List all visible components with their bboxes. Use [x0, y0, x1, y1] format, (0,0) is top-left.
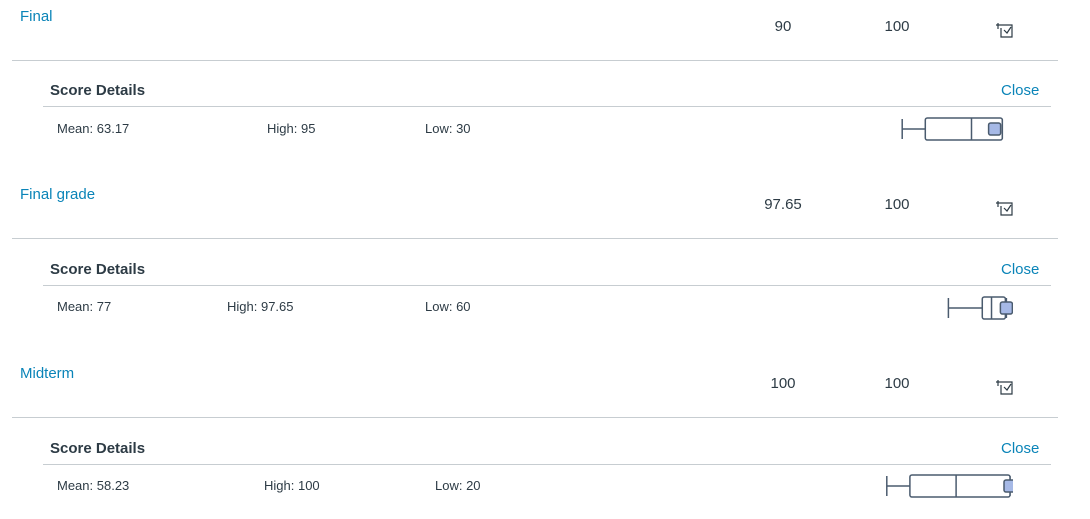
high-stat: High: 100	[264, 478, 320, 493]
low-stat: Low: 30	[425, 121, 471, 136]
low-stat: Low: 20	[435, 478, 481, 493]
rubric-icon[interactable]	[996, 377, 1014, 395]
assignment-name[interactable]: Final grade	[20, 186, 95, 203]
assignment-score: 97.65	[764, 196, 802, 213]
assignment-row: Final 90 100	[0, 0, 1090, 60]
assignment-row: Final grade 97.65 100	[0, 178, 1090, 238]
assignment-out-of: 100	[884, 196, 910, 213]
mean-stat: Mean: 63.17	[57, 121, 130, 136]
details-divider	[43, 464, 1051, 465]
assignment-out-of: 100	[884, 18, 910, 35]
row-divider	[12, 417, 1058, 418]
close-details-link[interactable]: Close	[1001, 261, 1039, 278]
high-stat: High: 97.65	[227, 299, 294, 314]
assignment-name[interactable]: Final	[20, 8, 53, 25]
score-details-title: Score Details	[50, 82, 146, 99]
assignment-out-of: 100	[884, 375, 910, 392]
high-stat: High: 95	[267, 121, 316, 136]
row-divider	[12, 60, 1058, 61]
low-stat: Low: 60	[425, 299, 471, 314]
score-distribution-boxplot	[901, 117, 1004, 141]
details-divider	[43, 285, 1051, 286]
assignment-row: Midterm 100 100	[0, 357, 1090, 417]
close-details-link[interactable]: Close	[1001, 82, 1039, 99]
rubric-icon[interactable]	[996, 20, 1014, 38]
score-details-title: Score Details	[50, 261, 146, 278]
mean-stat: Mean: 77	[57, 299, 112, 314]
student-score-marker	[999, 301, 1013, 315]
score-distribution-boxplot	[947, 296, 1013, 320]
score-details-title: Score Details	[50, 440, 146, 457]
student-score-marker	[987, 122, 1002, 136]
assignment-score: 90	[774, 18, 792, 35]
assignment-name[interactable]: Midterm	[20, 365, 74, 382]
mean-stat: Mean: 58.23	[57, 478, 130, 493]
student-score-marker	[1003, 479, 1013, 493]
rubric-icon[interactable]	[996, 198, 1014, 216]
score-distribution-boxplot	[886, 474, 1013, 498]
details-divider	[43, 106, 1051, 107]
assignment-score: 100	[770, 375, 796, 392]
close-details-link[interactable]: Close	[1001, 440, 1039, 457]
boxplot-box	[909, 474, 1011, 498]
row-divider	[12, 238, 1058, 239]
